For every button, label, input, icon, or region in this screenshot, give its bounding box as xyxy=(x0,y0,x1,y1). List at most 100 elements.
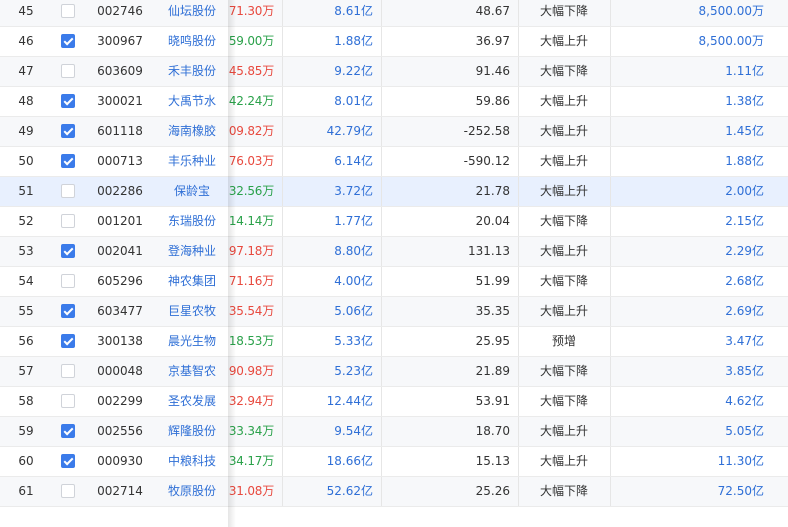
row-checkbox-cell[interactable] xyxy=(52,417,84,446)
stock-name-link[interactable]: 禾丰股份 xyxy=(156,57,228,86)
row-checkbox-cell[interactable] xyxy=(52,117,84,146)
row-checkbox[interactable] xyxy=(61,334,75,348)
stock-code: 002746 xyxy=(97,4,143,18)
table-row[interactable]: 45 002746 仙坛股份 71.30万 8.61亿 48.67 大幅下降 8… xyxy=(0,0,788,27)
stock-name-link[interactable]: 大禹节水 xyxy=(156,87,228,116)
net-profit: 4.62亿 xyxy=(725,394,764,408)
row-checkbox[interactable] xyxy=(61,154,75,168)
trade-volume: 09.82万 xyxy=(228,124,274,138)
stock-name-link[interactable]: 海南橡胶 xyxy=(156,117,228,146)
column-divider xyxy=(610,477,611,506)
row-checkbox[interactable] xyxy=(61,34,75,48)
stock-code: 000048 xyxy=(97,364,143,378)
table-row[interactable]: 56 300138 晨光生物 18.53万 5.33亿 25.95 预增 3.4… xyxy=(0,327,788,357)
pe-ratio: 25.95 xyxy=(475,334,510,348)
table-row[interactable]: 52 001201 东瑞股份 14.14万 1.77亿 20.04 大幅下降 2… xyxy=(0,207,788,237)
column-divider xyxy=(518,447,519,476)
trade-volume: 35.54万 xyxy=(228,304,274,318)
row-checkbox-cell[interactable] xyxy=(52,447,84,476)
row-checkbox-cell[interactable] xyxy=(52,477,84,506)
table-row[interactable]: 57 000048 京基智农 90.98万 5.23亿 21.89 大幅下降 3… xyxy=(0,357,788,387)
stock-name-link[interactable]: 保龄宝 xyxy=(156,177,228,206)
stock-name-link[interactable]: 晨光生物 xyxy=(156,327,228,356)
column-divider xyxy=(381,0,382,26)
row-index: 61 xyxy=(18,484,34,498)
row-checkbox[interactable] xyxy=(61,274,75,288)
table-row[interactable]: 50 000713 丰乐种业 76.03万 6.14亿 -590.12 大幅上升… xyxy=(0,147,788,177)
row-checkbox[interactable] xyxy=(61,424,75,438)
trade-volume: 71.16万 xyxy=(228,274,274,288)
row-checkbox-cell[interactable] xyxy=(52,0,84,26)
row-checkbox[interactable] xyxy=(61,304,75,318)
table-row[interactable]: 46 300967 晓鸣股份 59.00万 1.88亿 36.97 大幅上升 8… xyxy=(0,27,788,57)
row-index: 52 xyxy=(18,214,34,228)
stock-code: 002041 xyxy=(97,244,143,258)
row-checkbox[interactable] xyxy=(61,244,75,258)
column-divider xyxy=(381,27,382,56)
market-cap: 52.62亿 xyxy=(326,484,373,498)
stock-name-link[interactable]: 仙坛股份 xyxy=(156,0,228,26)
table-row[interactable]: 51 002286 保龄宝 32.56万 3.72亿 21.78 大幅上升 2.… xyxy=(0,177,788,207)
row-checkbox-cell[interactable] xyxy=(52,357,84,386)
stock-name-link[interactable]: 东瑞股份 xyxy=(156,207,228,236)
stock-name-link[interactable]: 中粮科技 xyxy=(156,447,228,476)
row-checkbox-cell[interactable] xyxy=(52,177,84,206)
row-checkbox[interactable] xyxy=(61,454,75,468)
column-divider xyxy=(282,27,283,56)
column-divider xyxy=(282,0,283,26)
trade-volume: 42.24万 xyxy=(228,94,274,108)
stock-name-link[interactable]: 圣农发展 xyxy=(156,387,228,416)
stock-name-link[interactable]: 巨星农牧 xyxy=(156,297,228,326)
row-index: 54 xyxy=(18,274,34,288)
table-row[interactable]: 49 601118 海南橡胶 09.82万 42.79亿 -252.58 大幅上… xyxy=(0,117,788,147)
column-divider xyxy=(518,327,519,356)
stock-code: 603609 xyxy=(97,64,143,78)
row-checkbox-cell[interactable] xyxy=(52,327,84,356)
table-row[interactable]: 48 300021 大禹节水 42.24万 8.01亿 59.86 大幅上升 1… xyxy=(0,87,788,117)
column-divider xyxy=(610,117,611,146)
stock-name-link[interactable]: 晓鸣股份 xyxy=(156,27,228,56)
table-row[interactable]: 59 002556 辉隆股份 33.34万 9.54亿 18.70 大幅上升 5… xyxy=(0,417,788,447)
market-cap: 6.14亿 xyxy=(334,154,373,168)
column-divider xyxy=(282,87,283,116)
row-checkbox[interactable] xyxy=(61,484,75,498)
stock-code: 002714 xyxy=(97,484,143,498)
pe-ratio: 21.89 xyxy=(475,364,510,378)
row-checkbox[interactable] xyxy=(61,64,75,78)
row-checkbox[interactable] xyxy=(61,4,75,18)
stock-name-link[interactable]: 丰乐种业 xyxy=(156,147,228,176)
table-row[interactable]: 61 002714 牧原股份 31.08万 52.62亿 25.26 大幅下降 … xyxy=(0,477,788,507)
row-checkbox[interactable] xyxy=(61,184,75,198)
row-checkbox-cell[interactable] xyxy=(52,27,84,56)
row-checkbox-cell[interactable] xyxy=(52,387,84,416)
stock-name-link[interactable]: 神农集团 xyxy=(156,267,228,296)
column-divider xyxy=(518,477,519,506)
column-divider xyxy=(518,0,519,26)
table-row[interactable]: 60 000930 中粮科技 34.17万 18.66亿 15.13 大幅上升 … xyxy=(0,447,788,477)
row-checkbox-cell[interactable] xyxy=(52,57,84,86)
row-checkbox-cell[interactable] xyxy=(52,297,84,326)
row-checkbox[interactable] xyxy=(61,364,75,378)
market-cap: 4.00亿 xyxy=(334,274,373,288)
stock-name-link[interactable]: 牧原股份 xyxy=(156,477,228,506)
table-row[interactable]: 53 002041 登海种业 97.18万 8.80亿 131.13 大幅上升 … xyxy=(0,237,788,267)
market-cap: 9.54亿 xyxy=(334,424,373,438)
row-checkbox-cell[interactable] xyxy=(52,267,84,296)
table-row[interactable]: 54 605296 神农集团 71.16万 4.00亿 51.99 大幅下降 2… xyxy=(0,267,788,297)
row-checkbox[interactable] xyxy=(61,394,75,408)
table-row[interactable]: 47 603609 禾丰股份 45.85万 9.22亿 91.46 大幅下降 1… xyxy=(0,57,788,87)
stock-name-link[interactable]: 辉隆股份 xyxy=(156,417,228,446)
row-checkbox[interactable] xyxy=(61,214,75,228)
table-row[interactable]: 55 603477 巨星农牧 35.54万 5.06亿 35.35 大幅上升 2… xyxy=(0,297,788,327)
row-checkbox-cell[interactable] xyxy=(52,207,84,236)
row-checkbox-cell[interactable] xyxy=(52,147,84,176)
row-checkbox-cell[interactable] xyxy=(52,237,84,266)
row-checkbox-cell[interactable] xyxy=(52,87,84,116)
stock-name-link[interactable]: 登海种业 xyxy=(156,237,228,266)
row-checkbox[interactable] xyxy=(61,124,75,138)
stock-name-link[interactable]: 京基智农 xyxy=(156,357,228,386)
pe-ratio: 131.13 xyxy=(468,244,510,258)
table-row[interactable]: 58 002299 圣农发展 32.94万 12.44亿 53.91 大幅下降 … xyxy=(0,387,788,417)
row-checkbox[interactable] xyxy=(61,94,75,108)
column-divider xyxy=(518,207,519,236)
